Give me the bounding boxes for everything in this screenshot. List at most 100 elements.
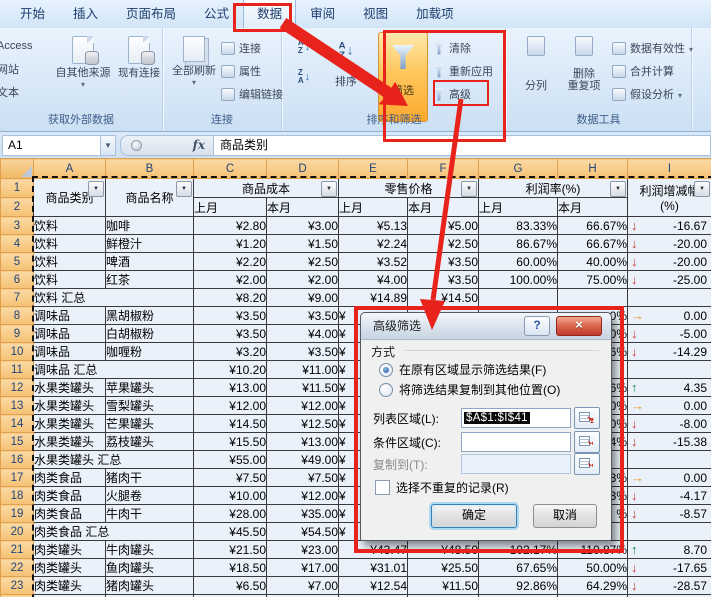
collapse-dialog-button[interactable] [574,407,600,429]
column-header-H[interactable]: H [557,158,628,179]
cell[interactable]: 饮料 [33,234,106,253]
cell[interactable]: ¥2.00 [193,270,267,289]
subheader-cell[interactable]: 本月 [407,197,479,217]
cell[interactable]: ¥31.01 [338,558,408,577]
ok-button[interactable]: 确定 [431,504,517,528]
radio-copy-to-location[interactable]: 将筛选结果复制到其他位置(O) [379,381,560,398]
cell[interactable]: 水果类罐头 [33,378,106,397]
cell[interactable]: ¥13.00 [266,432,339,451]
cell[interactable]: 肉类罐头 [33,576,106,595]
tab-视图[interactable]: 视图 [349,0,402,28]
edit-links-button[interactable]: 编辑链接 [221,84,283,104]
cell[interactable]: ¥5.00 [407,216,479,235]
row-header[interactable]: 2 [0,197,34,217]
cell[interactable]: 67.65% [478,558,558,577]
cell[interactable]: 雪梨罐头 [105,396,194,415]
cell[interactable]: ¥3.00 [266,216,339,235]
select-all-corner[interactable] [0,158,34,179]
cell[interactable]: 40.00% [557,252,628,271]
cell[interactable]: ¥3.50 [407,252,479,271]
cell[interactable]: 86.67% [478,234,558,253]
cell[interactable]: ¥4.00 [266,324,339,343]
filter-dropdown-button[interactable]: ▼ [694,181,710,197]
name-box-dropdown[interactable]: ▼ [101,134,116,156]
refresh-all-button[interactable]: 全部刷新 ▾ [169,32,219,87]
cell[interactable]: ↓ -5.00 [627,324,711,343]
cell[interactable]: 咖喱粉 [105,342,194,361]
from-web-button[interactable]: 网站 [0,59,19,79]
cell[interactable]: ¥12.50 [266,414,339,433]
cell[interactable]: ¥48.50 [407,540,479,559]
cell[interactable]: ¥11.00 [266,360,339,379]
cell[interactable]: ¥5.13 [338,216,408,235]
row-header[interactable]: 15 [0,432,34,451]
cell[interactable]: ↑ 4.35 [627,378,711,397]
cell[interactable]: 102.17% [478,540,558,559]
row-header[interactable]: 19 [0,504,34,523]
cell[interactable]: 芒果罐头 [105,414,194,433]
cell[interactable]: 饮料 [33,216,106,235]
row-header[interactable]: 12 [0,378,34,397]
cell[interactable]: 咖啡 [105,216,194,235]
cell[interactable]: ¥18.50 [193,558,267,577]
cell[interactable]: 牛肉罐头 [105,540,194,559]
advanced-filter-button[interactable]: 高级 [433,84,471,104]
row-header[interactable]: 4 [0,234,34,253]
cell[interactable]: ¥3.50 [193,306,267,325]
header-cell-name[interactable]: 商品名称 ▼ [105,178,194,217]
cell[interactable]: ¥4.00 [338,270,408,289]
cell[interactable]: 肉类食品 [33,486,106,505]
cell[interactable]: 66.67% [557,234,628,253]
cell[interactable]: ¥12.54 [338,576,408,595]
tab-页面布局[interactable]: 页面布局 [112,0,190,28]
cell[interactable]: 64.29% [557,576,628,595]
cell[interactable]: ¥25.50 [407,558,479,577]
cell[interactable]: 66.67% [557,216,628,235]
properties-button[interactable]: 属性 [221,61,261,81]
cell[interactable]: ¥14.50 [193,414,267,433]
subheader-cell[interactable]: 上月 [193,197,267,217]
cell[interactable]: ¥1.50 [266,234,339,253]
insert-function-icon[interactable]: fx [193,138,205,152]
cell[interactable]: ¥3.52 [338,252,408,271]
remove-duplicates-button[interactable]: 删除 重复项 [560,32,608,92]
cell[interactable]: 水果类罐头 [33,414,106,433]
close-button[interactable]: × [556,316,602,336]
cell[interactable]: ¥2.20 [193,252,267,271]
cell[interactable]: 肉类食品 [33,468,106,487]
cell[interactable]: ¥7.00 [266,576,339,595]
header-cell-retail-price[interactable]: 零售价格 ▼ [338,178,479,198]
consolidate-button[interactable]: 合并计算 [612,61,674,81]
cell[interactable]: ¥11.50 [266,378,339,397]
cell[interactable]: ↓ -4.17 [627,486,711,505]
cell[interactable]: ↓ -8.57 [627,504,711,523]
cell[interactable]: → 0.00 [627,468,711,487]
sort-button[interactable]: AZ ↓ 排序 [319,32,373,88]
cell[interactable]: 水果类罐头 [33,396,106,415]
row-header[interactable]: 6 [0,270,34,289]
column-header-I[interactable]: I [627,158,711,179]
sort-za-button[interactable]: ZA ↓ [293,66,315,88]
row-header[interactable]: 5 [0,252,34,271]
cell[interactable]: ↑ 8.70 [627,540,711,559]
filter-dropdown-button[interactable]: ▼ [610,181,626,197]
cell[interactable]: ¥3.50 [266,342,339,361]
what-if-button[interactable]: 假设分析 ▾ [612,84,682,104]
cell[interactable]: ¥10.00 [193,486,267,505]
cell[interactable] [478,288,558,307]
tab-插入[interactable]: 插入 [59,0,112,28]
cell[interactable]: ¥3.20 [193,342,267,361]
cell[interactable]: ¥2.50 [407,234,479,253]
cell[interactable]: 白胡椒粉 [105,324,194,343]
column-header-A[interactable]: A [33,158,106,179]
tab-加载项[interactable]: 加载项 [402,0,468,28]
cell[interactable]: 调味品 [33,324,106,343]
cell[interactable]: ¥21.50 [193,540,267,559]
cell[interactable]: 啤酒 [105,252,194,271]
collapse-dialog-button[interactable] [574,453,600,475]
cell[interactable] [627,450,711,469]
cell[interactable]: 黑胡椒粉 [105,306,194,325]
row-header[interactable]: 13 [0,396,34,415]
formula-input[interactable]: 商品类别 [214,134,711,156]
row-header[interactable]: 14 [0,414,34,433]
